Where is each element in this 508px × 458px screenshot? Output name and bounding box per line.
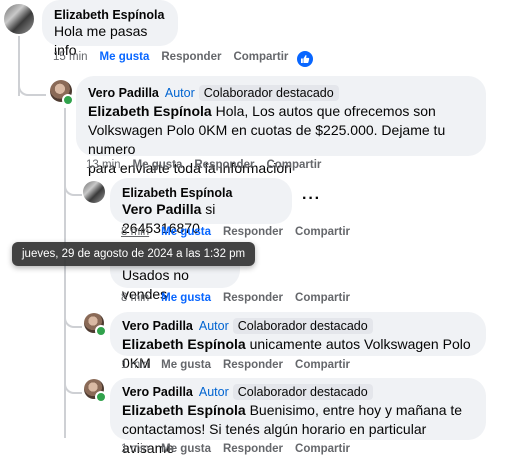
comment-time[interactable]: 1 min	[121, 443, 149, 455]
author-tag: Autor	[164, 86, 195, 100]
comment-author[interactable]: Elizabeth Espínola	[54, 8, 166, 22]
author-tag: Autor	[198, 385, 229, 399]
like-button[interactable]: Me gusta	[161, 226, 211, 238]
share-button[interactable]: Compartir	[295, 359, 350, 371]
reply-button[interactable]: Responder	[223, 292, 283, 304]
thread-connector	[64, 300, 82, 328]
like-button[interactable]: Me gusta	[133, 159, 183, 171]
comment-bubble: Vero Padilla Autor Colaborador destacado E…	[110, 312, 486, 371]
online-status-indicator	[62, 94, 74, 106]
like-button[interactable]: Me gusta	[161, 359, 211, 371]
comment-time[interactable]: 13 min	[86, 159, 121, 171]
more-options-icon[interactable]: ···	[302, 190, 321, 208]
comment-actions: 1 min Me gusta Responder Compartir	[121, 359, 362, 371]
online-status-indicator	[95, 325, 107, 337]
comment-bubble: Vero Padilla Autor Colaborador destacado E…	[76, 76, 486, 176]
like-button[interactable]: Me gusta	[161, 292, 211, 304]
reply-button[interactable]: Responder	[161, 51, 221, 63]
comment-author[interactable]: Vero Padilla	[122, 319, 193, 333]
mention-link[interactable]: Elizabeth Espínola	[122, 336, 246, 352]
status-badge: Colaborador destacado	[232, 318, 373, 334]
comment-actions: 8 min Me gusta Responder Compartir	[121, 226, 362, 238]
online-status-indicator	[95, 391, 107, 403]
comment-author[interactable]: Vero Padilla	[122, 385, 193, 399]
share-button[interactable]: Compartir	[295, 443, 350, 455]
share-button[interactable]: Compartir	[295, 226, 350, 238]
reply-button[interactable]: Responder	[223, 226, 283, 238]
like-button[interactable]: Me gusta	[100, 51, 150, 63]
thread-connector	[64, 168, 82, 196]
thread-connector	[64, 366, 82, 394]
thread-connector	[18, 60, 46, 96]
avatar[interactable]	[83, 181, 105, 203]
share-button[interactable]: Compartir	[266, 159, 321, 171]
status-badge: Colaborador destacado	[198, 85, 339, 101]
comment-time[interactable]: 15 min	[53, 51, 88, 63]
timestamp-tooltip: jueves, 29 de agosto de 2024 a las 1:32 …	[12, 242, 256, 266]
comment-actions: 15 min Me gusta Responder Compartir	[53, 51, 300, 63]
comment-bubble: Elizabeth Espínola Hola me pasas info	[42, 0, 178, 58]
mention-link[interactable]: Elizabeth Espínola	[88, 103, 212, 119]
reply-button[interactable]: Responder	[194, 159, 254, 171]
comment-actions: 13 min Me gusta Responder Compartir	[86, 159, 333, 171]
comment-author[interactable]: Vero Padilla	[88, 86, 159, 100]
avatar[interactable]	[4, 4, 34, 34]
reply-button[interactable]: Responder	[223, 443, 283, 455]
like-reaction-icon[interactable]	[297, 51, 313, 67]
like-button[interactable]: Me gusta	[161, 443, 211, 455]
author-tag: Autor	[198, 319, 229, 333]
mention-link[interactable]: Vero Padilla	[122, 201, 201, 217]
comment-time[interactable]: 1 min	[121, 359, 149, 371]
share-button[interactable]: Compartir	[295, 292, 350, 304]
comment-actions: 8 min Me gusta Responder Compartir	[121, 292, 362, 304]
share-button[interactable]: Compartir	[233, 51, 288, 63]
comment-time[interactable]: 8 min	[121, 226, 149, 238]
reply-button[interactable]: Responder	[223, 359, 283, 371]
comment-author[interactable]: Elizabeth Espínola	[122, 186, 280, 200]
comment-time[interactable]: 8 min	[121, 292, 149, 304]
comment-bubble: Elizabeth Espínola Vero Padilla si 26453…	[110, 178, 292, 236]
mention-link[interactable]: Elizabeth Espínola	[122, 402, 246, 418]
status-badge: Colaborador destacado	[232, 384, 373, 400]
comment-actions: 1 min Me gusta Responder Compartir	[121, 443, 362, 455]
comment-bubble: Vero Padilla Autor Colaborador destacado E…	[110, 378, 486, 456]
